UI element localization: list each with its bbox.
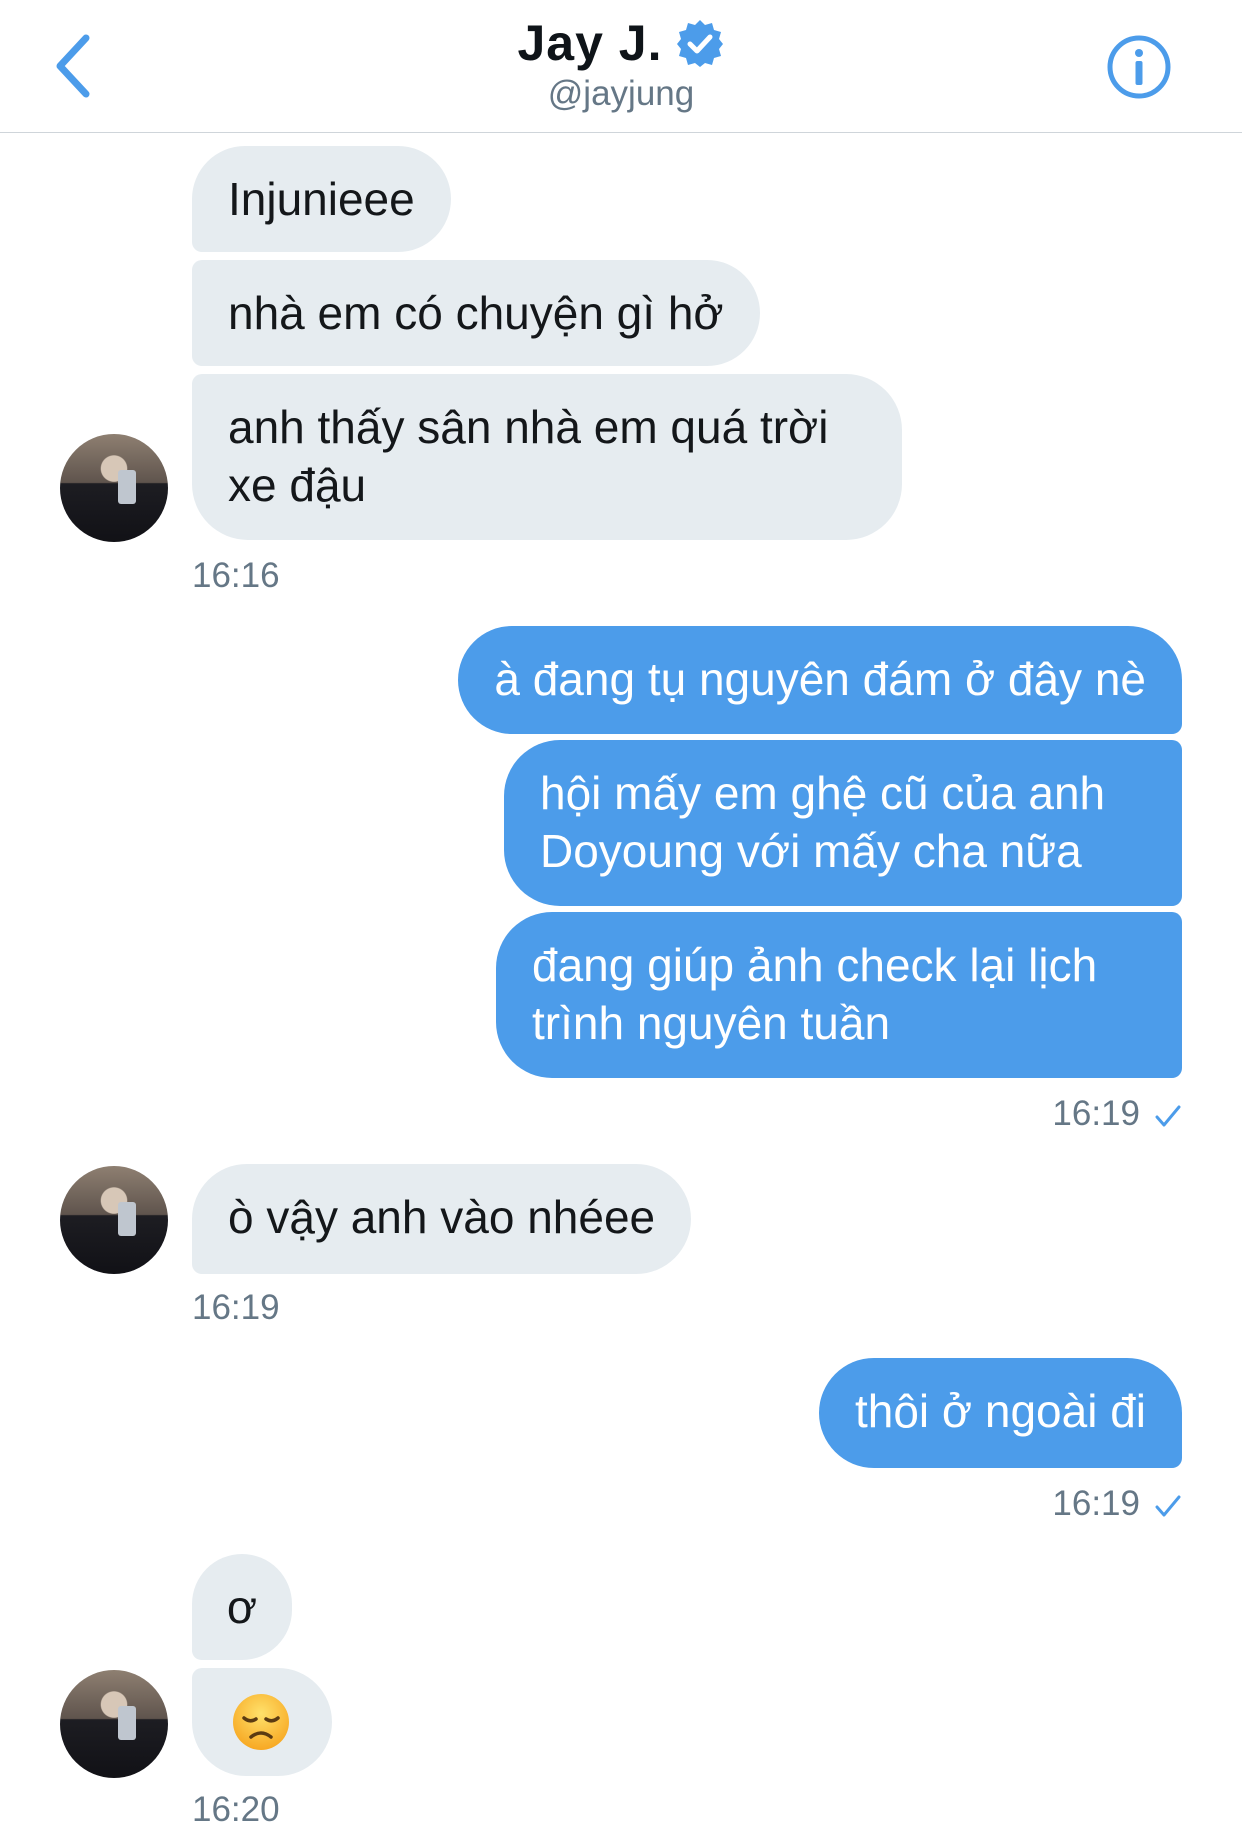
timestamp-text: 16:19: [1052, 1094, 1140, 1133]
sent-check-icon: [1155, 1105, 1181, 1127]
incoming-message[interactable]: nhà em có chuyện gì hở: [192, 260, 760, 366]
incoming-message[interactable]: ơ: [192, 1554, 292, 1660]
conversation-header: Jay J. @jayjung: [0, 0, 1242, 133]
info-icon[interactable]: [1106, 34, 1172, 100]
message-timestamp: 16:16: [192, 556, 280, 595]
message-timestamp: 16:19: [1052, 1484, 1182, 1524]
outgoing-message[interactable]: đang giúp ảnh check lại lịch trình nguyê…: [496, 912, 1182, 1078]
verified-badge-icon: [676, 20, 723, 67]
incoming-message[interactable]: ò vậy anh vào nhéee: [192, 1164, 692, 1274]
message-timestamp: 16:20: [192, 1790, 280, 1829]
conversation-title[interactable]: Jay J. @jayjung: [0, 14, 1242, 114]
disappointed-face-emoji: [233, 1694, 289, 1750]
outgoing-message[interactable]: hội mấy em ghệ cũ của anh Doyoung với mấ…: [504, 740, 1182, 906]
incoming-message[interactable]: Injunieee: [192, 146, 451, 252]
outgoing-message[interactable]: thôi ở ngoài đi: [818, 1358, 1182, 1468]
timestamp-text: 16:19: [1052, 1484, 1140, 1523]
incoming-message[interactable]: anh thấy sân nhà em quá trời xe đậu: [192, 374, 902, 540]
contact-avatar[interactable]: [60, 1166, 168, 1274]
contact-handle: @jayjung: [547, 74, 695, 113]
contact-name: Jay J.: [517, 15, 663, 71]
contact-avatar[interactable]: [60, 434, 168, 542]
incoming-message-emoji[interactable]: [192, 1668, 332, 1776]
contact-avatar[interactable]: [60, 1670, 168, 1778]
message-timestamp: 16:19: [1052, 1094, 1182, 1134]
sent-check-icon: [1155, 1495, 1181, 1517]
outgoing-message[interactable]: à đang tụ nguyên đám ở đây nè: [458, 626, 1182, 734]
message-timestamp: 16:19: [192, 1288, 280, 1327]
